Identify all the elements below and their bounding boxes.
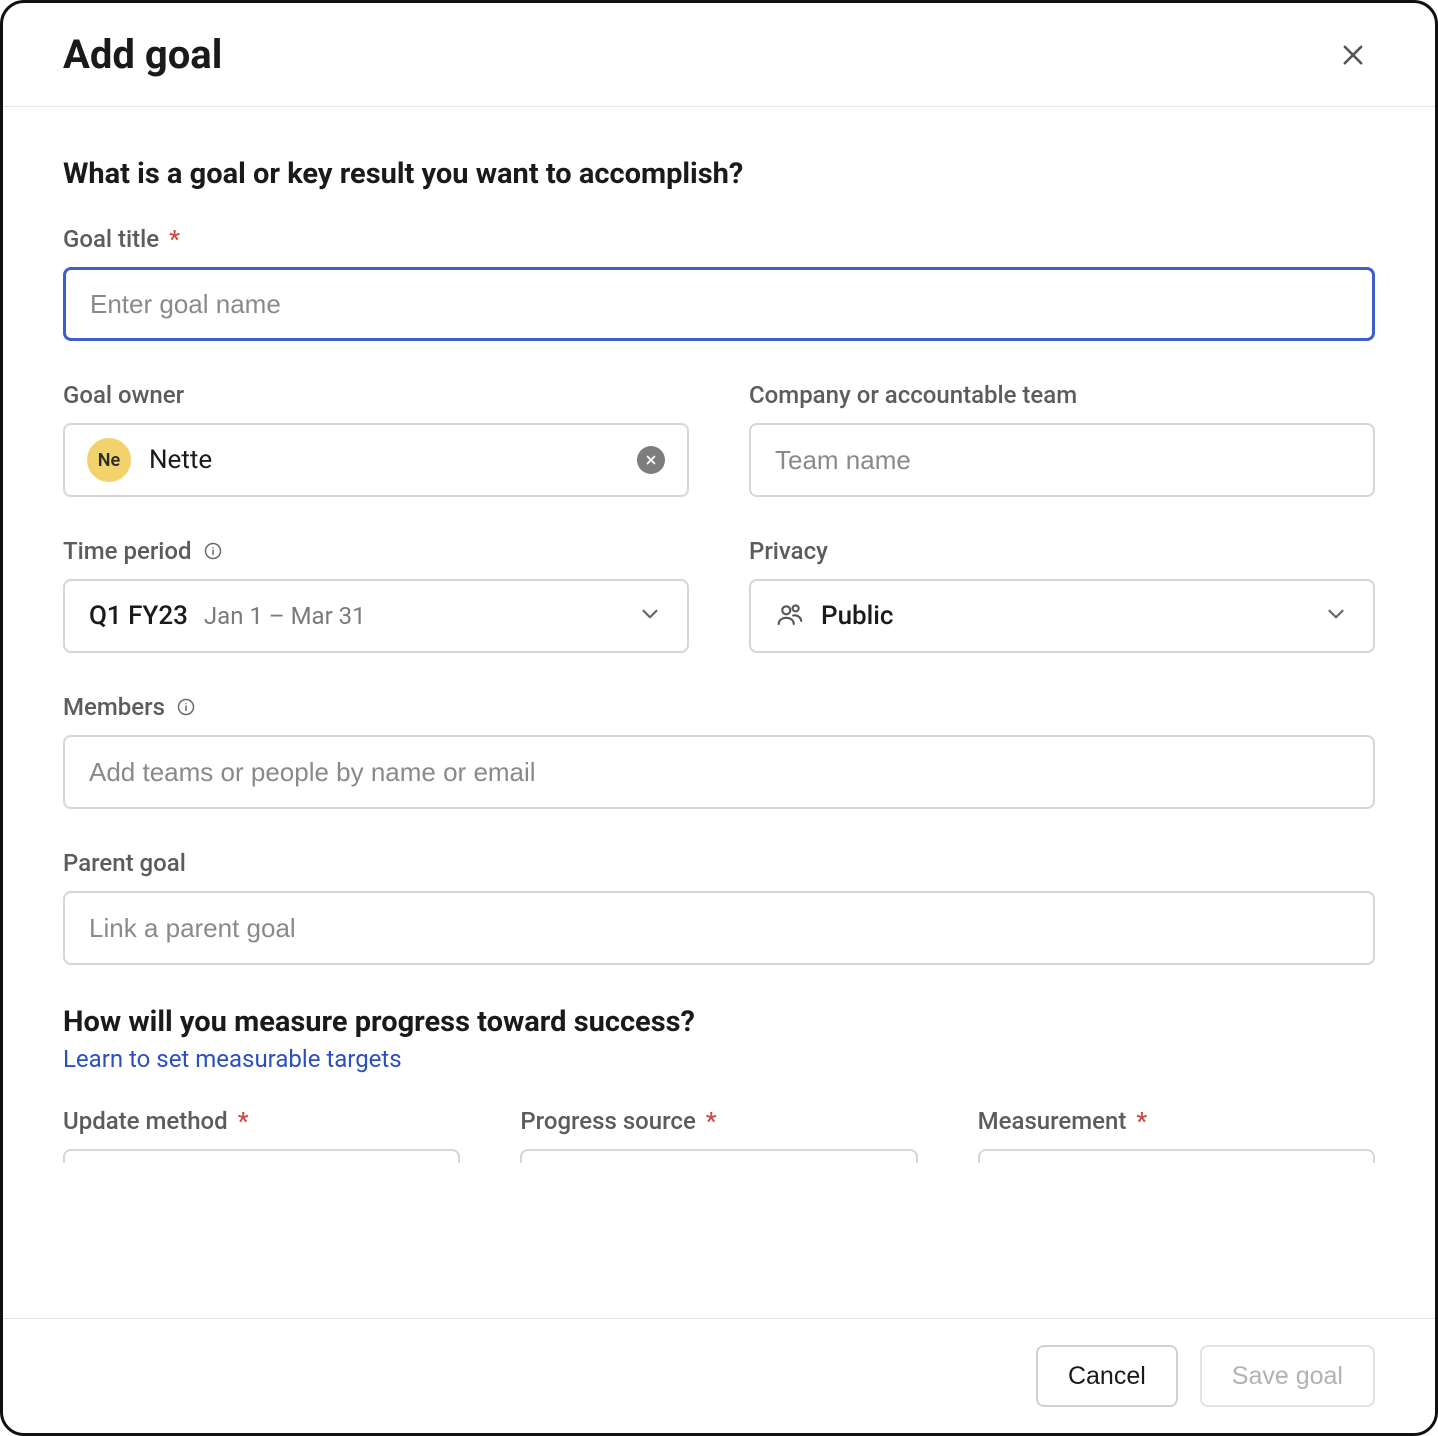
section-heading-measure: How will you measure progress toward suc… bbox=[63, 1005, 1375, 1039]
learn-targets-link[interactable]: Learn to set measurable targets bbox=[63, 1045, 402, 1073]
owner-name: Nette bbox=[149, 445, 619, 475]
goal-owner-label: Goal owner bbox=[63, 381, 689, 409]
goal-owner-field: Goal owner Ne Nette bbox=[63, 381, 689, 497]
clear-icon bbox=[644, 453, 658, 467]
goal-title-label: Goal title * bbox=[63, 225, 1375, 253]
team-label: Company or accountable team bbox=[749, 381, 1375, 409]
chevron-down-icon bbox=[1323, 601, 1349, 631]
close-icon bbox=[1339, 41, 1367, 69]
goal-owner-input[interactable]: Ne Nette bbox=[63, 423, 689, 497]
required-asterisk: * bbox=[1136, 1107, 1147, 1135]
modal-body[interactable]: What is a goal or key result you want to… bbox=[3, 107, 1435, 1318]
required-asterisk: * bbox=[706, 1107, 717, 1135]
modal-title: Add goal bbox=[63, 31, 222, 78]
time-period-field: Time period Q1 FY23 Jan 1 – Mar 31 bbox=[63, 537, 689, 653]
section-heading-goal: What is a goal or key result you want to… bbox=[63, 157, 1375, 191]
team-field: Company or accountable team bbox=[749, 381, 1375, 497]
members-input[interactable] bbox=[63, 735, 1375, 809]
info-icon[interactable] bbox=[202, 540, 224, 562]
time-period-select[interactable]: Q1 FY23 Jan 1 – Mar 31 bbox=[63, 579, 689, 653]
time-period-range: Jan 1 – Mar 31 bbox=[204, 602, 366, 630]
add-goal-modal: Add goal What is a goal or key result yo… bbox=[0, 0, 1438, 1436]
time-period-label: Time period bbox=[63, 537, 689, 565]
parent-goal-label: Parent goal bbox=[63, 849, 1375, 877]
required-asterisk: * bbox=[169, 225, 180, 253]
modal-footer: Cancel Save goal bbox=[3, 1318, 1435, 1433]
privacy-value: Public bbox=[821, 601, 894, 631]
team-input[interactable] bbox=[749, 423, 1375, 497]
progress-source-field: Progress source * bbox=[520, 1107, 917, 1163]
update-method-label: Update method * bbox=[63, 1107, 460, 1135]
goal-title-field: Goal title * bbox=[63, 225, 1375, 341]
members-label: Members bbox=[63, 693, 1375, 721]
parent-goal-field: Parent goal bbox=[63, 849, 1375, 965]
progress-source-label: Progress source * bbox=[520, 1107, 917, 1135]
clear-owner-button[interactable] bbox=[637, 446, 665, 474]
goal-title-input[interactable] bbox=[63, 267, 1375, 341]
measurement-select[interactable] bbox=[978, 1149, 1375, 1163]
people-icon bbox=[775, 599, 805, 633]
chevron-down-icon bbox=[637, 601, 663, 631]
info-icon[interactable] bbox=[175, 696, 197, 718]
modal-header: Add goal bbox=[3, 3, 1435, 107]
parent-goal-input[interactable] bbox=[63, 891, 1375, 965]
privacy-field: Privacy Public bbox=[749, 537, 1375, 653]
cancel-button[interactable]: Cancel bbox=[1036, 1345, 1178, 1407]
update-method-select[interactable] bbox=[63, 1149, 460, 1163]
members-field: Members bbox=[63, 693, 1375, 809]
measurement-field: Measurement * bbox=[978, 1107, 1375, 1163]
privacy-label: Privacy bbox=[749, 537, 1375, 565]
save-goal-button[interactable]: Save goal bbox=[1200, 1345, 1375, 1407]
privacy-select[interactable]: Public bbox=[749, 579, 1375, 653]
progress-source-select[interactable] bbox=[520, 1149, 917, 1163]
avatar: Ne bbox=[87, 438, 131, 482]
measurement-label: Measurement * bbox=[978, 1107, 1375, 1135]
close-button[interactable] bbox=[1331, 33, 1375, 77]
update-method-field: Update method * bbox=[63, 1107, 460, 1163]
required-asterisk: * bbox=[238, 1107, 249, 1135]
time-period-value: Q1 FY23 bbox=[89, 601, 188, 631]
